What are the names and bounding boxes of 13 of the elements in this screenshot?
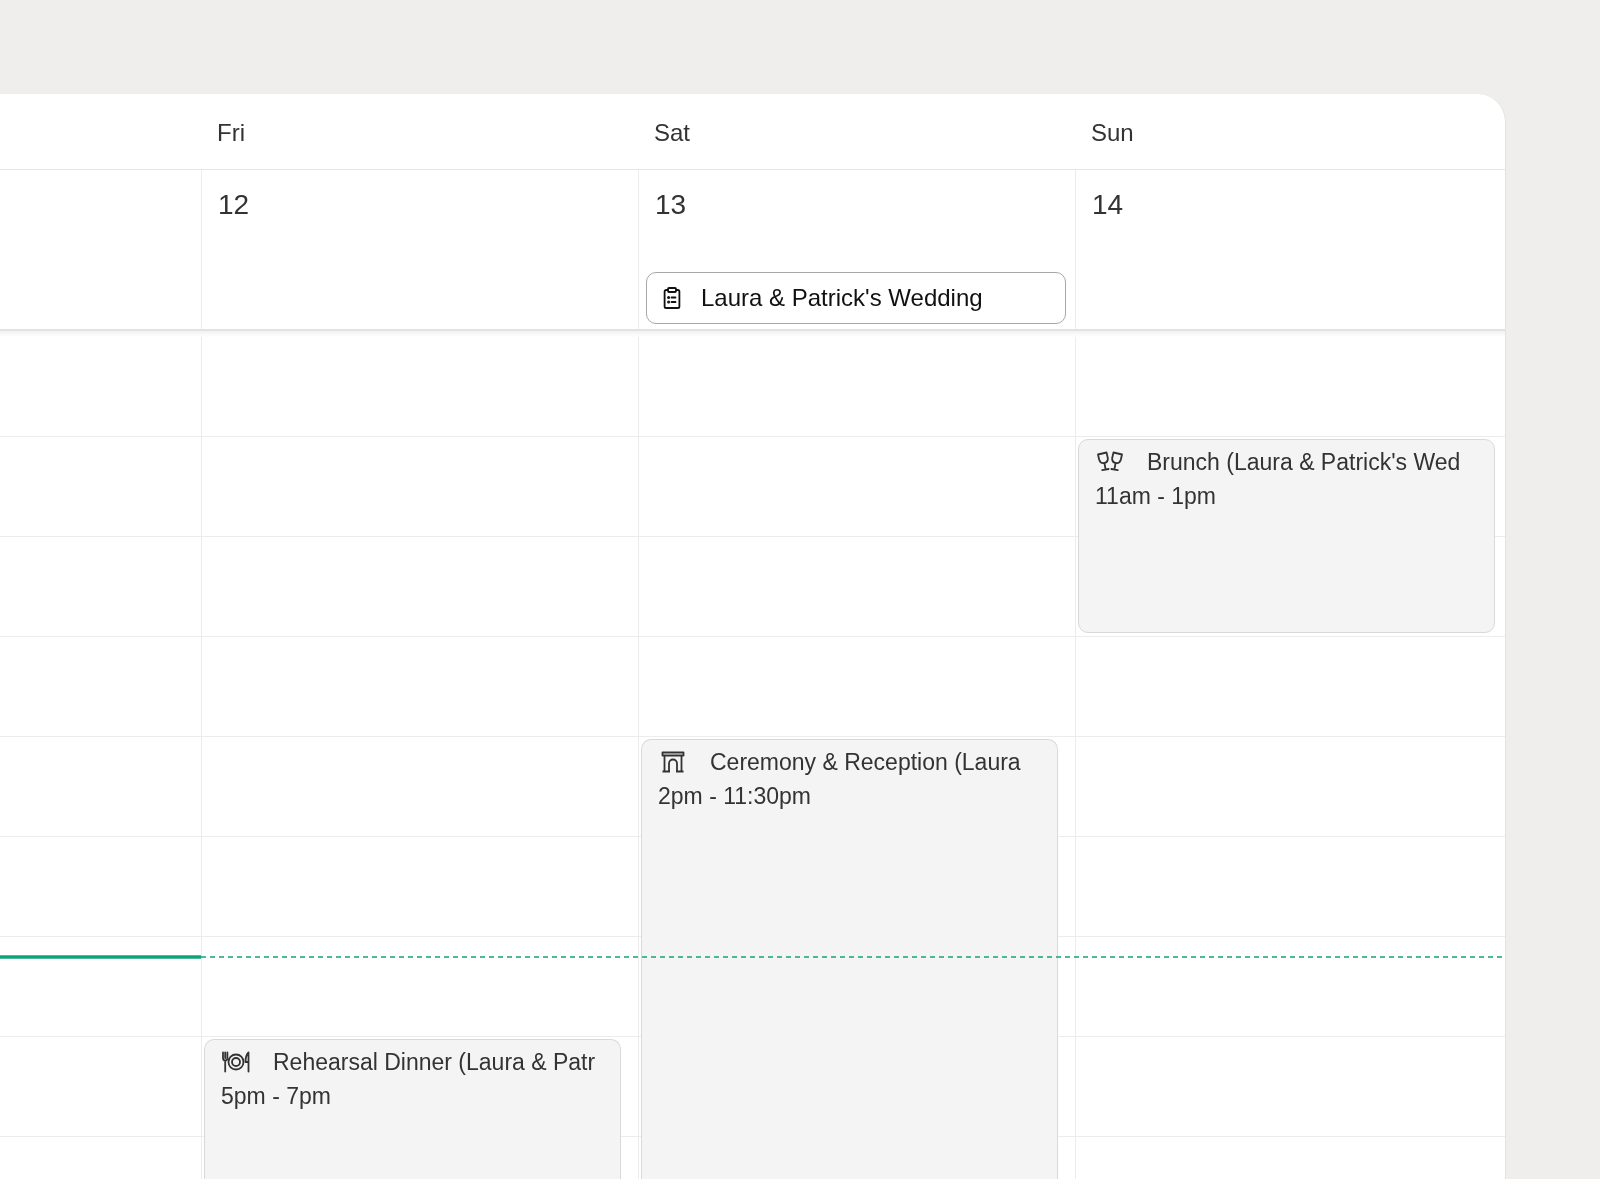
event-card[interactable]: Ceremony & Reception (Laura 2pm - 11:30pm	[641, 739, 1058, 1179]
date-number: 12	[217, 188, 251, 222]
day-name: Sun	[1091, 117, 1134, 148]
date-number: 13	[654, 188, 688, 222]
event-card[interactable]: Rehearsal Dinner (Laura & Patr 5pm - 7pm	[204, 1039, 621, 1179]
clipboard-icon	[663, 287, 681, 309]
plate-cutlery-icon	[221, 1051, 251, 1073]
day-name: Sat	[654, 117, 691, 148]
event-card[interactable]: Brunch (Laura & Patrick's Wed 11am - 1pm	[1078, 439, 1495, 633]
day-name: Fri	[217, 117, 245, 148]
all-day-event[interactable]: Laura & Patrick's Wedding	[646, 272, 1066, 324]
champagne-glasses-icon	[1095, 451, 1125, 473]
date-number: 14	[1091, 188, 1125, 222]
